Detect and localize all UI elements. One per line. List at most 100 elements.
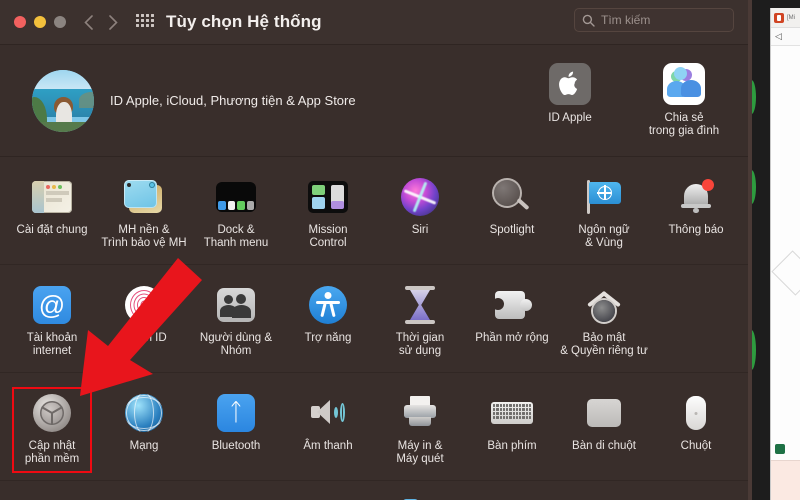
minimize-button[interactable] [34,16,46,28]
pref-item-extensions[interactable]: Phần mở rộng [466,277,558,366]
search-input[interactable]: Tìm kiếm [574,8,734,32]
accessibility-icon [284,283,372,327]
extensions-puzzle-icon [468,283,556,327]
pref-item-family-sharing[interactable]: Chia sẻ trong gia đình [642,63,726,138]
pref-item-label: ID Apple [548,112,592,124]
spotlight-icon [468,175,556,219]
pref-item-label: Người dùng & Nhóm [199,332,273,357]
pref-item-label: Âm thanh [303,440,353,452]
pref-item-security-privacy[interactable]: Bảo mật & Quyền riêng tư [558,277,650,366]
screen-time-hourglass-icon [376,283,464,327]
trackpad-icon [560,391,648,435]
search-icon [582,14,595,27]
pref-item-empty-2 [650,489,742,500]
pref-item-label: Bàn phím [487,440,537,452]
pref-item-label: Chuột [680,440,712,452]
notification-badge [702,179,714,191]
pref-item-bluetooth[interactable]: ᛏ Bluetooth [190,385,282,474]
background-slide-placeholder [771,250,800,296]
apple-id-banner[interactable]: ID Apple, iCloud, Phương tiện & App Stor… [0,45,748,157]
keyboard-icon [468,391,556,435]
mission-control-icon [284,175,372,219]
traffic-light-controls [14,16,66,28]
pref-item-label: Bàn di chuột [572,440,636,452]
pref-item-label: Bluetooth [211,440,261,452]
pref-item-label: Thời gian sử dụng [395,332,445,357]
pref-item-label: Trợ năng [304,332,352,344]
pref-item-language-region[interactable]: Ngôn ngữ & Vùng [558,169,650,258]
pref-item-touch-id[interactable]: Touch ID [98,277,190,366]
bluetooth-icon: ᛏ [192,391,280,435]
pref-item-empty [650,277,742,366]
pref-item-mouse[interactable]: Chuột [650,385,742,474]
pref-item-software-update[interactable]: Cập nhật phần mềm [6,385,98,474]
background-status-icon [775,444,785,454]
back-triangle-icon[interactable]: ◁ [775,31,782,42]
preferences-grid: Cài đặt chung MH nền & Trình bảo vệ MH D… [0,157,748,500]
pref-item-displays[interactable] [6,489,98,500]
pref-item-label: Máy in & Máy quét [396,440,444,465]
network-globe-icon [100,391,188,435]
pref-item-apple-id[interactable]: ID Apple [528,63,612,138]
pref-item-trackpad[interactable]: Bàn di chuột [558,385,650,474]
preferences-row-4: ↻ [0,481,748,500]
back-arrow-icon[interactable] [84,14,93,30]
forward-arrow-icon[interactable] [109,14,118,30]
navigation-arrows [84,14,118,30]
pref-item-label: Bảo mật & Quyền riêng tư [560,332,648,357]
pref-item-label: Cập nhật phần mềm [24,440,80,465]
pref-item-spotlight[interactable]: Spotlight [466,169,558,258]
window-titlebar: Tùy chọn Hệ thống Tìm kiếm [0,0,748,45]
show-all-grid-icon[interactable] [136,14,154,30]
search-placeholder: Tìm kiếm [601,13,651,27]
pref-item-label: Dock & Thanh menu [203,224,269,249]
mouse-icon [652,391,740,435]
pref-item-label: Tài khoản internet [26,332,78,357]
pref-item-notifications[interactable]: Thông báo [650,169,742,258]
pref-item-label: MH nền & Trình bảo vệ MH [101,224,187,249]
background-document-title: [Mi [787,14,795,21]
pref-item-label: Cài đặt chung [16,224,88,236]
pref-item-internet-accounts[interactable]: @ Tài khoản internet [6,277,98,366]
pref-item-time-machine[interactable]: ↻ [466,489,558,500]
pref-item-mission-control[interactable]: Mission Control [282,169,374,258]
pref-item-sharing[interactable] [374,489,466,500]
date-time-clock-icon [284,495,372,500]
pref-item-accessibility[interactable]: Trợ năng [282,277,374,366]
pref-item-keyboard[interactable]: Bàn phím [466,385,558,474]
sidecar-panel-icon [100,495,188,500]
startup-disk-icon [560,495,648,500]
pref-item-desktop-screensaver[interactable]: MH nền & Trình bảo vệ MH [98,169,190,258]
apple-id-banner-label: ID Apple, iCloud, Phương tiện & App Stor… [110,93,356,108]
pref-item-label: Thông báo [668,224,724,236]
avatar[interactable] [32,69,94,132]
pref-item-label: Touch ID [121,332,167,344]
sharing-folder-icon [376,495,464,500]
zoom-button[interactable] [54,16,66,28]
desktop-window-edge [748,0,752,500]
language-region-icon [560,175,648,219]
background-document-window[interactable]: [Mi ◁ [770,8,800,500]
pref-item-sidecar[interactable] [98,489,190,500]
pref-item-siri[interactable]: Siri [374,169,466,258]
printers-scanners-icon [376,391,464,435]
pref-item-energy-saver[interactable] [190,489,282,500]
pref-item-network[interactable]: Mạng [98,385,190,474]
background-document-toolbar: ◁ [771,28,800,46]
internet-accounts-icon: @ [8,283,96,327]
pref-item-startup-disk[interactable] [558,489,650,500]
system-preferences-window: Tùy chọn Hệ thống Tìm kiếm ID Apple, iCl… [0,0,748,500]
family-sharing-icon [663,63,705,105]
pref-item-label: Mission Control [308,224,348,249]
pref-item-sound[interactable]: Âm thanh [282,385,374,474]
pref-item-printers-scanners[interactable]: Máy in & Máy quét [374,385,466,474]
pref-item-label: Spotlight [489,224,535,236]
pref-item-screen-time[interactable]: Thời gian sử dụng [374,277,466,366]
close-button[interactable] [14,16,26,28]
pref-item-dock-menubar[interactable]: Dock & Thanh menu [190,169,282,258]
pref-item-label: Ngôn ngữ & Vùng [578,224,630,249]
apple-logo-icon [549,63,591,105]
pref-item-users-groups[interactable]: Người dùng & Nhóm [190,277,282,366]
pref-item-general[interactable]: Cài đặt chung [6,169,98,258]
pref-item-date-time[interactable] [282,489,374,500]
